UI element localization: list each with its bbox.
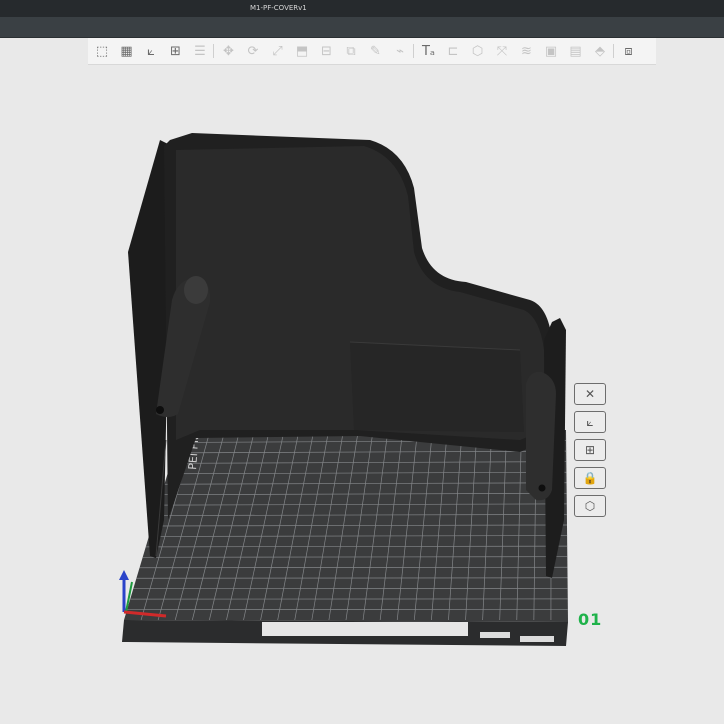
orient-plate-icon: ⟀ <box>586 414 594 429</box>
lock-plate-button[interactable]: 🔒 <box>574 467 606 489</box>
arrange-plate-icon: ⊞ <box>584 443 596 457</box>
plate-info-strip <box>262 622 468 636</box>
orient-plate-button[interactable]: ⟀ <box>574 411 606 433</box>
delete-plate-icon: ✕ <box>584 387 596 401</box>
delete-plate-button[interactable]: ✕ <box>574 383 606 405</box>
lock-plate-icon: 🔒 <box>582 471 598 485</box>
plate-settings-icon: ⬡ <box>584 499 596 513</box>
plate-number: 01 <box>578 610 603 629</box>
plate-settings-button[interactable]: ⬡ <box>574 495 606 517</box>
arrange-plate-button[interactable]: ⊞ <box>574 439 606 461</box>
3d-viewport[interactable]: PEI Plate <box>0 0 724 724</box>
